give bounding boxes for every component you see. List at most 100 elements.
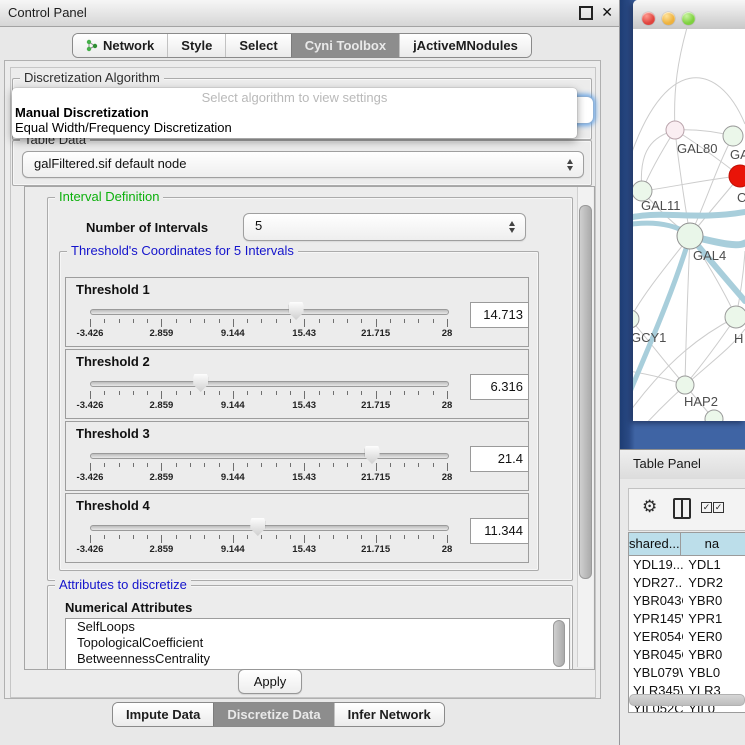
- close-traffic-light[interactable]: [642, 12, 655, 25]
- tick-mark: [333, 535, 334, 539]
- node-right-mid[interactable]: [725, 306, 745, 328]
- threshold-3-slider-thumb[interactable]: [365, 446, 380, 464]
- table-cell: YDL1: [683, 556, 745, 574]
- tick-mark: [276, 463, 277, 467]
- dropdown-item-equal-width-frequency[interactable]: Equal Width/Frequency Discretization: [12, 120, 577, 135]
- table-row[interactable]: YDL19...YDL1: [629, 556, 745, 574]
- bottom-tab-impute-data[interactable]: Impute Data: [113, 703, 213, 726]
- node-red[interactable]: [729, 165, 745, 187]
- threshold-3-slider-track[interactable]: [90, 453, 449, 459]
- settings-scrollbar-thumb[interactable]: [579, 205, 592, 579]
- node-gal4[interactable]: [677, 223, 703, 249]
- table-row[interactable]: YDR27...YDR2: [629, 574, 745, 592]
- columns-icon[interactable]: [673, 498, 691, 519]
- top-tab-strip: Network Style Select Cyni Toolbox jActiveMNo…: [72, 33, 532, 58]
- tick-mark: [247, 391, 248, 395]
- tick-mark: [347, 463, 348, 467]
- attribute-list-item[interactable]: BetweennessCentrality: [66, 651, 569, 667]
- attributes-list-scrollbar-thumb[interactable]: [553, 620, 565, 667]
- numerical-attributes-list: SelfLoopsTopologicalCoefficientBetweenne…: [65, 618, 570, 670]
- tab-style[interactable]: Style: [167, 34, 225, 57]
- dropdown-item-manual-discretization[interactable]: Manual Discretization: [12, 105, 577, 120]
- table-cell: YBR043C: [629, 592, 683, 610]
- table-cell: YDL19...: [629, 556, 683, 574]
- apply-button[interactable]: Apply: [238, 669, 302, 694]
- tick-mark: [376, 319, 377, 327]
- tick-mark: [433, 391, 434, 395]
- bottom-tab-label: Infer Network: [348, 707, 431, 722]
- threshold-label: Threshold 4: [76, 498, 150, 513]
- tab-network[interactable]: Network: [73, 34, 167, 57]
- checkbox-select-none-icon[interactable]: ✓: [713, 502, 724, 513]
- network-graph[interactable]: GAL80GACGAL11GAL4GCY1HHAP2: [633, 29, 745, 421]
- attribute-list-item[interactable]: TopologicalCoefficient: [66, 635, 569, 651]
- threshold-4-slider-track[interactable]: [90, 525, 449, 531]
- table-row[interactable]: YER054CYER0: [629, 628, 745, 646]
- tick-mark: [104, 319, 105, 323]
- column-header-2[interactable]: na: [681, 533, 745, 555]
- threshold-1-slider-thumb[interactable]: [289, 302, 304, 320]
- table-cell: YPR1: [683, 610, 745, 628]
- table-horizontal-scrollbar-thumb[interactable]: [629, 694, 745, 706]
- threshold-3-value-field[interactable]: 21.4: [470, 446, 529, 472]
- tick-label: 21.715: [361, 328, 390, 339]
- tab-jactivemnodules[interactable]: jActiveMNodules: [399, 34, 531, 57]
- node-label: GAL11: [641, 198, 681, 213]
- node-label: GCY1: [633, 330, 666, 345]
- threshold-1-slider-track[interactable]: [90, 309, 449, 315]
- table-cell: YBR0: [683, 646, 745, 664]
- tick-mark: [119, 391, 120, 395]
- tick-mark: [290, 535, 291, 539]
- bottom-tab-infer-network[interactable]: Infer Network: [334, 703, 444, 726]
- threshold-2-slider-thumb[interactable]: [193, 374, 208, 392]
- zoom-traffic-light[interactable]: [682, 12, 695, 25]
- bottom-tab-discretize-data[interactable]: Discretize Data: [213, 703, 333, 726]
- tab-cyni-toolbox[interactable]: Cyni Toolbox: [291, 34, 399, 57]
- tick-mark: [404, 535, 405, 539]
- threshold-2-value-field[interactable]: 6.316: [470, 374, 529, 400]
- tab-label: Cyni Toolbox: [305, 38, 386, 53]
- number-of-intervals-combobox[interactable]: 5: [243, 213, 526, 241]
- attribute-list-item[interactable]: SelfLoops: [66, 619, 569, 635]
- tick-mark: [361, 391, 362, 395]
- threshold-2-slider-track[interactable]: [90, 381, 449, 387]
- table-row[interactable]: YBL079WYBL0: [629, 664, 745, 682]
- column-header-1[interactable]: shared...: [629, 533, 681, 555]
- threshold-1-box: Threshold 1-3.4262.8599.14415.4321.71528…: [65, 277, 529, 347]
- tick-mark: [161, 319, 162, 327]
- close-icon[interactable]: ✕: [601, 4, 613, 21]
- tick-label: -3.426: [77, 400, 104, 411]
- tick-mark: [161, 535, 162, 543]
- table-panel-title: Table Panel: [633, 456, 701, 471]
- tick-mark: [276, 391, 277, 395]
- table-row[interactable]: YBR045CYBR0: [629, 646, 745, 664]
- float-window-icon[interactable]: [579, 6, 593, 20]
- interval-definition-label: Interval Definition: [55, 190, 163, 204]
- table-row[interactable]: YPR145WYPR1: [629, 610, 745, 628]
- node-gal80[interactable]: [666, 121, 684, 139]
- node-hap2[interactable]: [676, 376, 694, 394]
- table-row[interactable]: YBR043CYBR0: [629, 592, 745, 610]
- tick-mark: [390, 463, 391, 467]
- tab-label: Style: [181, 38, 212, 53]
- combo-spinner-icon: [509, 220, 516, 234]
- slider-tick-labels: -3.4262.8599.14415.4321.71528: [90, 400, 447, 412]
- tick-mark: [190, 319, 191, 323]
- node-top-right[interactable]: [723, 126, 743, 146]
- network-canvas[interactable]: GAL80GACGAL11GAL4GCY1HHAP2: [633, 29, 745, 421]
- minimize-traffic-light[interactable]: [662, 12, 675, 25]
- checkbox-select-all-icon[interactable]: ✓: [701, 502, 712, 513]
- threshold-1-value-field[interactable]: 14.713: [470, 302, 529, 328]
- tick-mark: [276, 319, 277, 323]
- tick-mark: [176, 319, 177, 323]
- gear-icon[interactable]: ⚙: [642, 497, 657, 517]
- tab-select[interactable]: Select: [225, 34, 290, 57]
- tick-mark: [376, 391, 377, 399]
- tick-mark: [347, 535, 348, 539]
- table-data-combobox[interactable]: galFiltered.sif default node: [22, 151, 584, 178]
- threshold-4-slider-thumb[interactable]: [250, 518, 265, 536]
- threshold-4-value-field[interactable]: 11.344: [470, 518, 529, 544]
- tick-label: 9.144: [221, 400, 245, 411]
- node-left-mid[interactable]: [633, 310, 639, 328]
- tick-mark: [418, 319, 419, 323]
